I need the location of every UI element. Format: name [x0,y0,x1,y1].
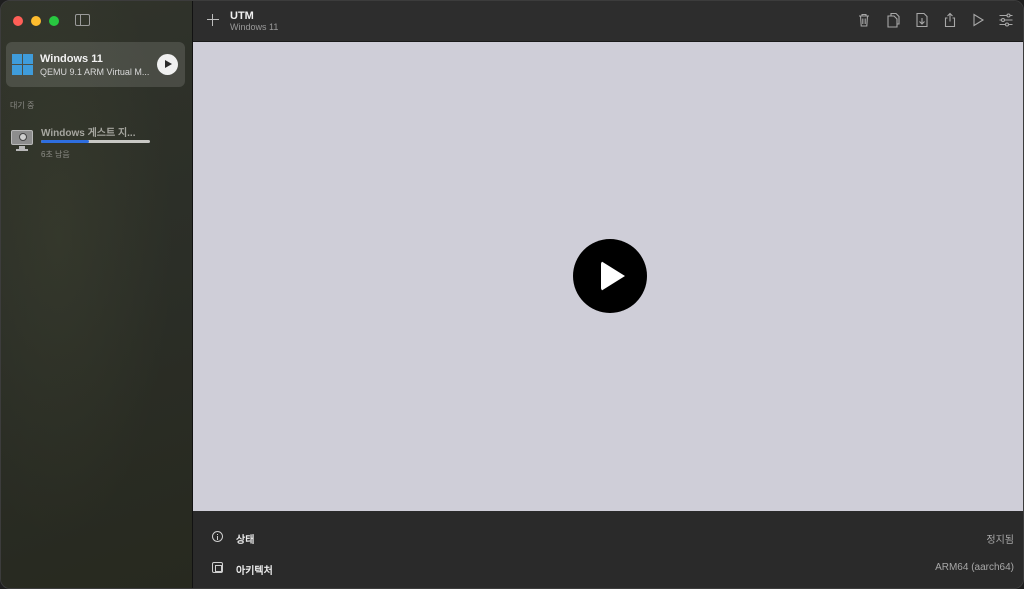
app-subtitle: Windows 11 [230,22,279,32]
minimize-window-button[interactable] [31,16,41,26]
settings-sliders-icon[interactable] [998,12,1014,28]
monitor-icon [11,130,33,145]
sidebar: Windows 11 QEMU 9.1 ARM Virtual M... 대기 … [1,1,193,588]
info-row-architecture: 아키텍처 ARM64 (aarch64) [193,559,1023,579]
info-label: 상태 [236,535,255,546]
main-pane: UTM Windows 11 상태 정지됨 아키텍처 ARM64 (aarch6… [193,1,1023,588]
vm-list-item-windows-11[interactable]: Windows 11 QEMU 9.1 ARM Virtual M... [6,42,185,87]
maximize-window-button[interactable] [49,16,59,26]
sidebar-toggle-icon[interactable] [75,14,90,26]
download-progress-bar [41,140,150,143]
download-list-item[interactable]: Windows 게스트 지... 6초 남음 [6,119,185,163]
run-icon[interactable] [970,12,986,28]
info-label: 아키텍처 [236,566,273,577]
vm-info-panel: 상태 정지됨 아키텍처 ARM64 (aarch64) [193,511,1023,588]
cpu-chip-icon [212,562,223,573]
close-window-button[interactable] [13,16,23,26]
share-icon[interactable] [942,12,958,28]
window-controls [13,16,59,26]
info-value: 정지됨 [986,535,1014,546]
toolbar: UTM Windows 11 [193,1,1023,42]
clone-icon[interactable] [885,12,901,28]
play-icon[interactable] [573,239,647,313]
download-title: Windows 게스트 지... [41,128,136,139]
info-value: ARM64 (aarch64) [935,562,1014,573]
trash-icon[interactable] [856,12,872,28]
monitor-base [16,149,28,151]
download-progress-fill [41,140,89,143]
add-vm-button[interactable] [205,12,221,28]
app-title: UTM [230,10,254,22]
vm-name: Windows 11 [40,53,103,65]
vm-play-button[interactable] [157,54,178,75]
section-label-pending: 대기 중 [10,101,35,110]
download-eta: 6초 남음 [41,150,70,159]
vm-description: QEMU 9.1 ARM Virtual M... [40,67,150,77]
app-window: Windows 11 QEMU 9.1 ARM Virtual M... 대기 … [0,0,1024,589]
windows-logo-icon [12,54,33,75]
download-file-icon[interactable] [914,12,930,28]
info-circle-icon [212,531,223,542]
info-row-status: 상태 정지됨 [193,528,1023,548]
vm-display [193,42,1023,511]
